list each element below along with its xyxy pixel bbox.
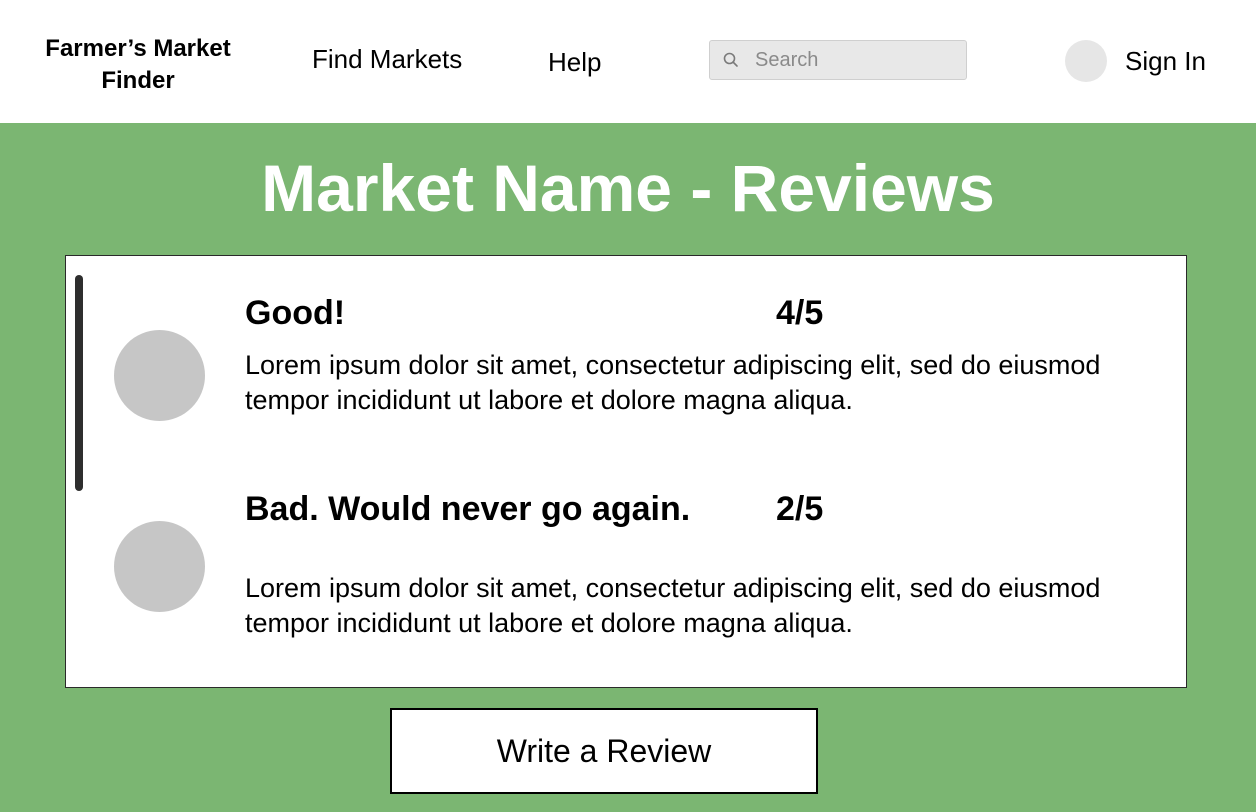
scrollbar-thumb[interactable] bbox=[75, 275, 83, 491]
write-review-button[interactable]: Write a Review bbox=[390, 708, 818, 794]
nav-find-markets[interactable]: Find Markets bbox=[312, 44, 462, 75]
search-box[interactable] bbox=[709, 40, 967, 80]
review-rating: 2/5 bbox=[776, 490, 824, 528]
review-title: Good! bbox=[245, 294, 346, 332]
page-title: Market Name - Reviews bbox=[261, 151, 995, 225]
review-body: Lorem ipsum dolor sit amet, consectetur … bbox=[245, 573, 1101, 638]
reviewer-avatar-icon bbox=[114, 330, 205, 421]
top-header: Farmer’s Market Finder Find Markets Help… bbox=[0, 0, 1256, 123]
review-body: Lorem ipsum dolor sit amet, consectetur … bbox=[245, 350, 1101, 415]
brand-logo-text[interactable]: Farmer’s Market Finder bbox=[28, 33, 248, 97]
review-rating: 4/5 bbox=[776, 294, 824, 332]
reviewer-avatar-icon bbox=[114, 521, 205, 612]
sign-in-link[interactable]: Sign In bbox=[1125, 46, 1206, 77]
nav-help[interactable]: Help bbox=[548, 47, 601, 78]
user-avatar-icon[interactable] bbox=[1065, 40, 1107, 82]
review-title: Bad. Would never go again. bbox=[245, 490, 691, 528]
search-icon bbox=[723, 52, 738, 67]
reviews-list: Good! 4/5 Lorem ipsum dolor sit amet, co… bbox=[65, 255, 1187, 688]
search-input[interactable] bbox=[755, 41, 955, 79]
